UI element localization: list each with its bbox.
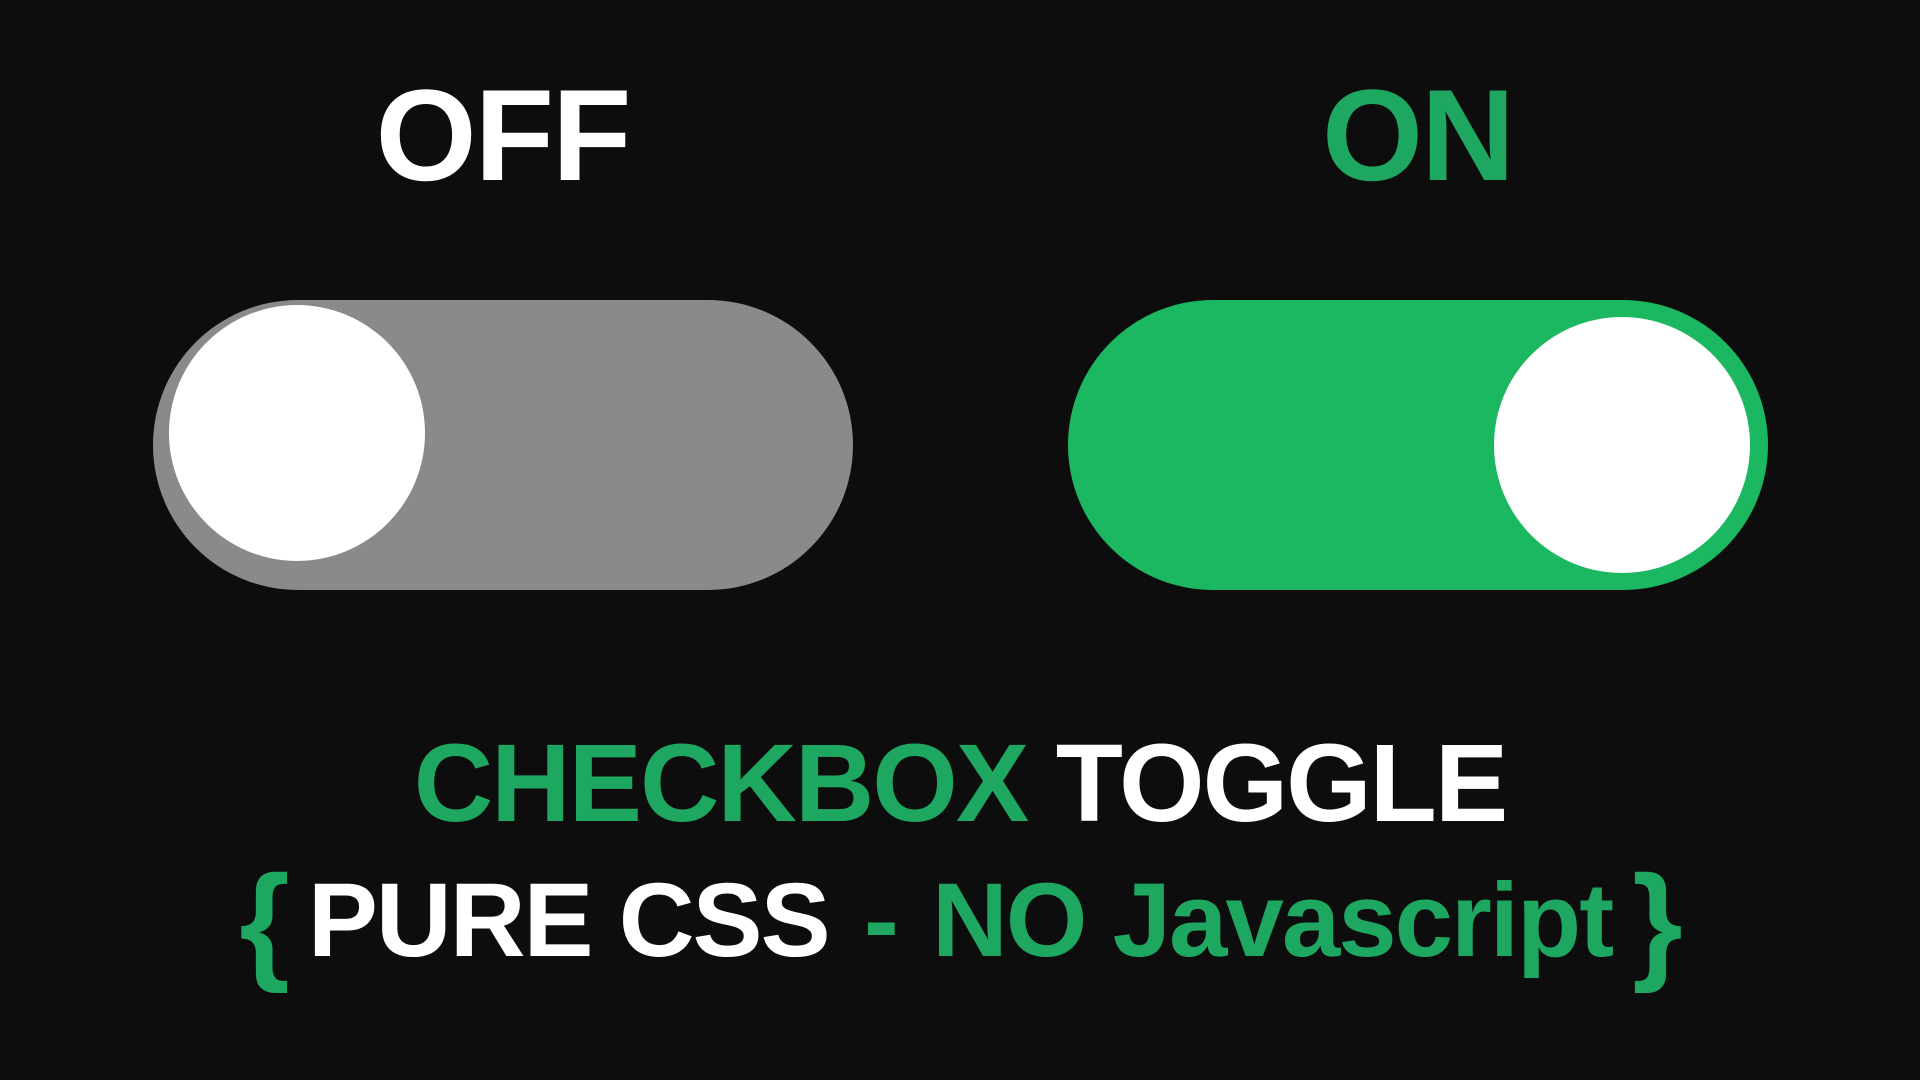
title-word-checkbox: CHECKBOX xyxy=(414,722,1028,845)
toggle-row: OFF ON xyxy=(153,60,1768,590)
toggle-off-label: OFF xyxy=(376,60,630,210)
title-line-1: CHECKBOX TOGGLE xyxy=(239,720,1681,847)
title-dash: - xyxy=(864,862,897,979)
toggle-knob-icon xyxy=(169,305,425,561)
toggle-on-label: ON xyxy=(1322,60,1513,210)
toggle-knob-icon xyxy=(1494,317,1750,573)
title-line-2: { PURE CSS - NO Javascript } xyxy=(239,861,1681,981)
title-word-toggle: TOGGLE xyxy=(1056,722,1506,845)
brace-close-icon: } xyxy=(1632,869,1681,973)
toggle-switch-off[interactable] xyxy=(153,300,853,590)
toggle-group-off: OFF xyxy=(153,60,853,590)
title-section: CHECKBOX TOGGLE { PURE CSS - NO Javascri… xyxy=(239,720,1681,981)
title-pure-css: PURE CSS xyxy=(308,862,829,979)
brace-open-icon: { xyxy=(239,869,288,973)
title-no-javascript: NO Javascript xyxy=(932,862,1612,979)
toggle-group-on: ON xyxy=(1068,60,1768,590)
toggle-switch-on[interactable] xyxy=(1068,300,1768,590)
